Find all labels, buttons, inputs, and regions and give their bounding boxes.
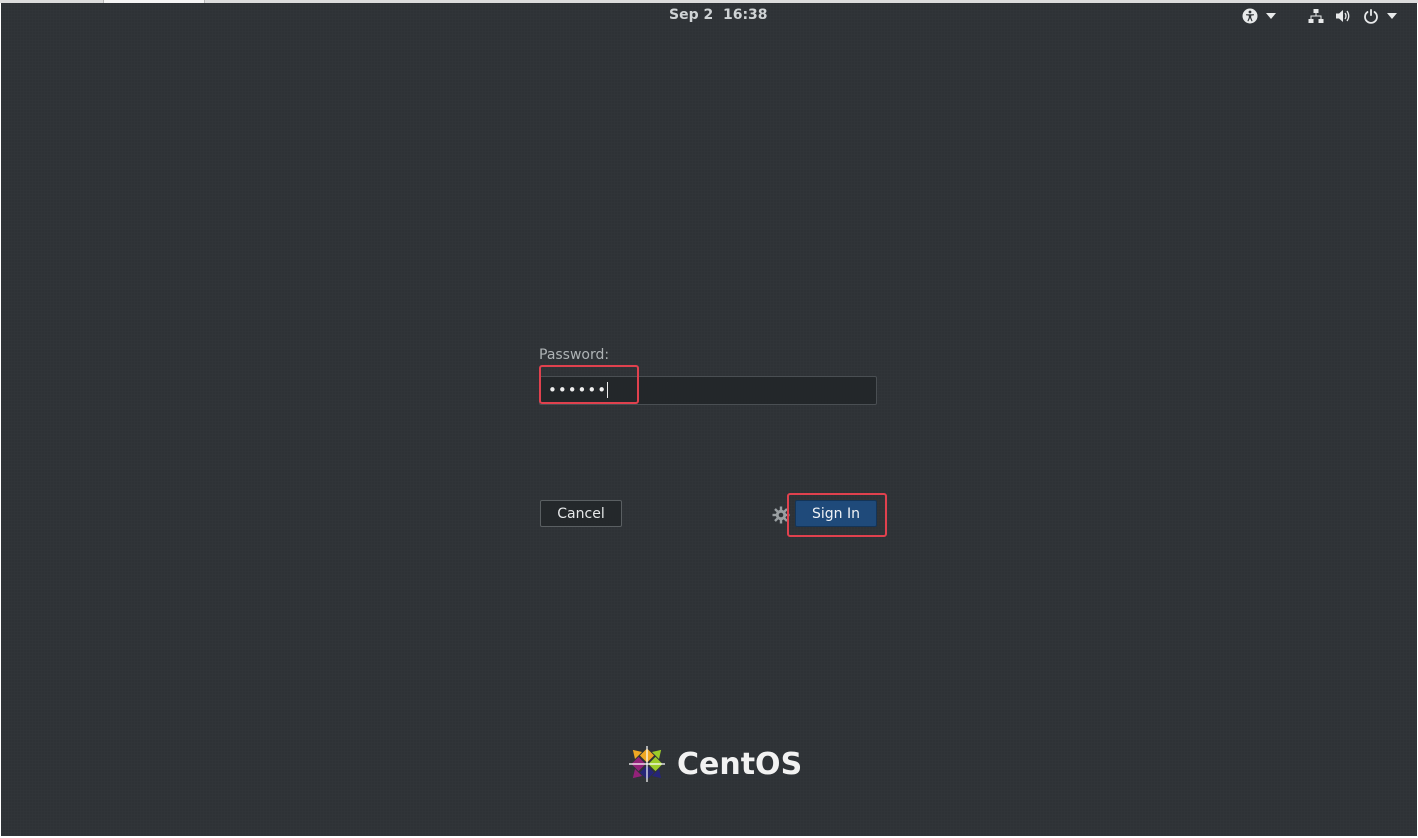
password-label: Password:	[539, 347, 610, 363]
centos-logo-icon	[629, 746, 665, 782]
highlight-annotation	[787, 493, 887, 537]
highlight-annotation	[539, 365, 639, 404]
chevron-down-icon	[1266, 13, 1276, 19]
top-bar: Sep 2 16:38	[1, 3, 1417, 29]
power-icon	[1364, 9, 1378, 24]
accessibility-icon	[1242, 8, 1258, 24]
system-menu[interactable]	[1308, 8, 1397, 24]
login-screen: Sep 2 16:38 Password: •••••• Cancel Sign…	[1, 3, 1417, 836]
centos-logo: CentOS	[623, 740, 802, 788]
clock[interactable]: Sep 2 16:38	[669, 7, 768, 23]
centos-logo-text: CentOS	[677, 746, 803, 782]
chevron-down-icon	[1387, 13, 1397, 19]
network-icon	[1308, 9, 1324, 23]
cancel-button[interactable]: Cancel	[540, 500, 622, 527]
volume-icon	[1336, 10, 1350, 22]
accessibility-menu[interactable]	[1242, 8, 1276, 24]
